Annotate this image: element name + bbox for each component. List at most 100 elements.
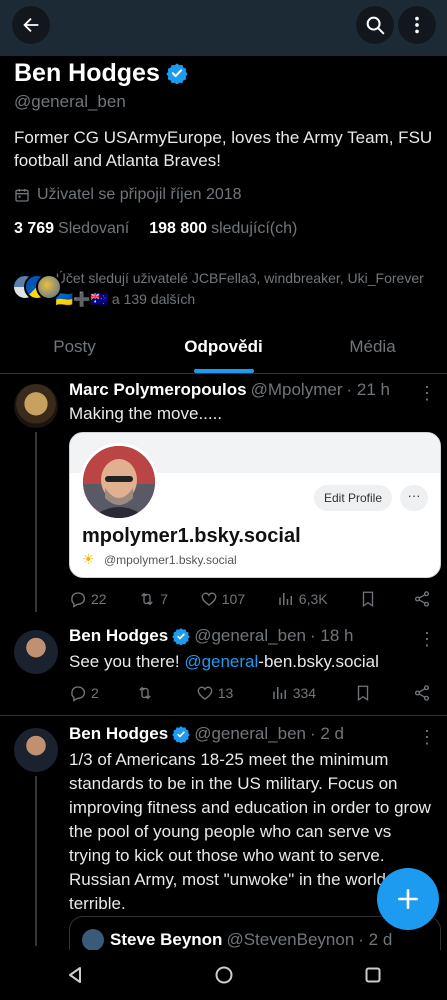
reply-count: 22 <box>91 591 107 607</box>
reply-icon <box>71 592 86 608</box>
following-label[interactable]: Sledovaní <box>58 220 129 238</box>
card-edit-profile-button: Edit Profile <box>314 485 393 511</box>
post-actions: 22 7 107 6,3K <box>69 587 435 611</box>
avatar[interactable] <box>14 728 58 772</box>
nav-recents-icon[interactable] <box>363 965 383 985</box>
post-time: · 2 d <box>309 724 345 743</box>
avatar[interactable] <box>14 630 58 674</box>
share-icon <box>414 591 430 607</box>
known-followers[interactable]: Účet sledují uživatelé JCBFella3, windbr… <box>12 268 432 310</box>
quote-author-name: Steve Beynon <box>110 930 223 949</box>
tab-posts[interactable]: Posty <box>0 320 149 373</box>
more-options-button[interactable] <box>398 6 436 44</box>
compose-button[interactable] <box>377 868 439 930</box>
post-author-name[interactable]: Ben Hodges <box>69 626 168 646</box>
post-actions: 2 13 334 <box>69 681 435 705</box>
reply-button[interactable]: 2 <box>69 684 99 702</box>
reply-count: 2 <box>91 685 99 701</box>
card-subtitle: @mpolymer1.bsky.social <box>104 553 237 567</box>
verified-badge-icon[interactable] <box>166 62 188 84</box>
share-button[interactable] <box>413 684 435 702</box>
like-button[interactable]: 13 <box>196 684 234 702</box>
back-button[interactable] <box>12 6 50 44</box>
reply-button[interactable]: 22 <box>69 590 107 608</box>
post-ben-reply[interactable]: Ben Hodges @general_ben · 18 h ⋮ See you… <box>0 620 447 716</box>
repost-count: 7 <box>160 591 169 607</box>
avatar[interactable] <box>14 384 58 428</box>
post-text: Making the move..... <box>69 404 223 423</box>
followers-count[interactable]: 198 800 <box>149 220 207 238</box>
like-icon <box>201 592 217 606</box>
post-author-handle[interactable]: @Mpolymer <box>251 380 343 400</box>
views-button[interactable]: 334 <box>271 684 316 702</box>
search-icon <box>366 16 385 35</box>
verified-badge-icon <box>172 726 190 743</box>
like-count: 13 <box>217 685 234 701</box>
quote-time: · 2 d <box>358 930 393 949</box>
known-follower-avatars <box>12 274 62 304</box>
post-author-handle[interactable]: @general_ben <box>194 626 306 646</box>
calendar-icon <box>15 189 29 202</box>
post-text-end: -ben.bsky.social <box>258 652 379 671</box>
link-card[interactable]: Edit Profile ··· mpolymer1.bsky.social ☀… <box>69 432 441 578</box>
bookmark-button[interactable] <box>359 590 381 608</box>
post-more-icon[interactable]: ⋮ <box>417 728 437 746</box>
back-arrow-icon <box>23 17 39 33</box>
profile-info: Ben Hodges @general_ben Former CG USArmy… <box>14 58 434 238</box>
share-button[interactable] <box>413 590 435 608</box>
post-ben-military[interactable]: Ben Hodges @general_ben · 2 d ⋮ 1/3 of A… <box>0 716 447 950</box>
sun-icon: ☀ <box>82 551 95 567</box>
card-avatar <box>80 443 158 521</box>
profile-joined: Uživatel se připojil říjen 2018 <box>14 186 434 204</box>
bookmark-button[interactable] <box>354 684 376 702</box>
post-author-name[interactable]: Ben Hodges <box>69 724 168 744</box>
post-more-icon[interactable]: ⋮ <box>417 384 437 402</box>
post-text-start: See you there! <box>69 652 185 671</box>
known-followers-text: Účet sledují uživatelé JCBFella3, windbr… <box>55 270 424 307</box>
compose-plus-icon <box>398 889 418 909</box>
repost-button[interactable] <box>136 684 158 702</box>
views-button[interactable]: 6,3K <box>277 590 328 608</box>
post-time: · 21 h <box>346 380 390 399</box>
post-text: See you there! @general-ben.bsky.social <box>69 650 435 674</box>
profile-display-name: Ben Hodges <box>14 58 160 87</box>
bookmark-icon <box>363 591 374 608</box>
tab-replies[interactable]: Odpovědi <box>149 320 298 373</box>
search-button[interactable] <box>356 6 394 44</box>
system-nav-bar <box>0 950 447 1000</box>
like-button[interactable]: 107 <box>200 590 245 608</box>
post-time: · 18 h <box>309 626 354 645</box>
followers-label[interactable]: sledující(ch) <box>211 220 297 238</box>
post-header: Ben Hodges @general_ben · 2 d <box>69 724 417 744</box>
quote-author-handle: @StevenBeynon <box>226 930 355 949</box>
thread-line <box>35 776 37 946</box>
card-more-button: ··· <box>400 485 428 511</box>
post-header: Marc Polymeropoulos @Mpolymer · 21 h <box>69 380 417 400</box>
reply-icon <box>71 686 86 702</box>
nav-back-icon[interactable] <box>65 965 85 985</box>
like-icon <box>197 686 213 700</box>
post-more-icon[interactable]: ⋮ <box>417 630 437 648</box>
views-icon <box>279 593 292 605</box>
mention-link[interactable]: @general <box>184 652 258 671</box>
profile-tabs: Posty Odpovědi Média <box>0 320 447 374</box>
card-title: mpolymer1.bsky.social <box>82 525 301 547</box>
post-header: Ben Hodges @general_ben · 18 h <box>69 626 417 646</box>
following-count[interactable]: 3 769 <box>14 220 54 238</box>
tab-media[interactable]: Média <box>298 320 447 373</box>
share-icon <box>414 685 430 701</box>
views-count: 6,3K <box>298 591 328 607</box>
repost-icon <box>141 592 153 606</box>
avatar <box>36 274 62 300</box>
repost-button[interactable]: 7 <box>138 590 168 608</box>
views-icon <box>272 687 286 699</box>
profile-handle: @general_ben <box>14 92 126 111</box>
repost-icon <box>139 686 151 700</box>
thread-line <box>35 432 37 612</box>
post-author-name[interactable]: Marc Polymeropoulos <box>69 380 247 400</box>
post-author-handle[interactable]: @general_ben <box>194 724 306 744</box>
profile-bio: Former CG USArmyEurope, loves the Army T… <box>14 128 433 170</box>
joined-date-text: Uživatel se připojil říjen 2018 <box>37 186 242 203</box>
views-count: 334 <box>292 685 317 701</box>
nav-home-icon[interactable] <box>214 965 234 985</box>
